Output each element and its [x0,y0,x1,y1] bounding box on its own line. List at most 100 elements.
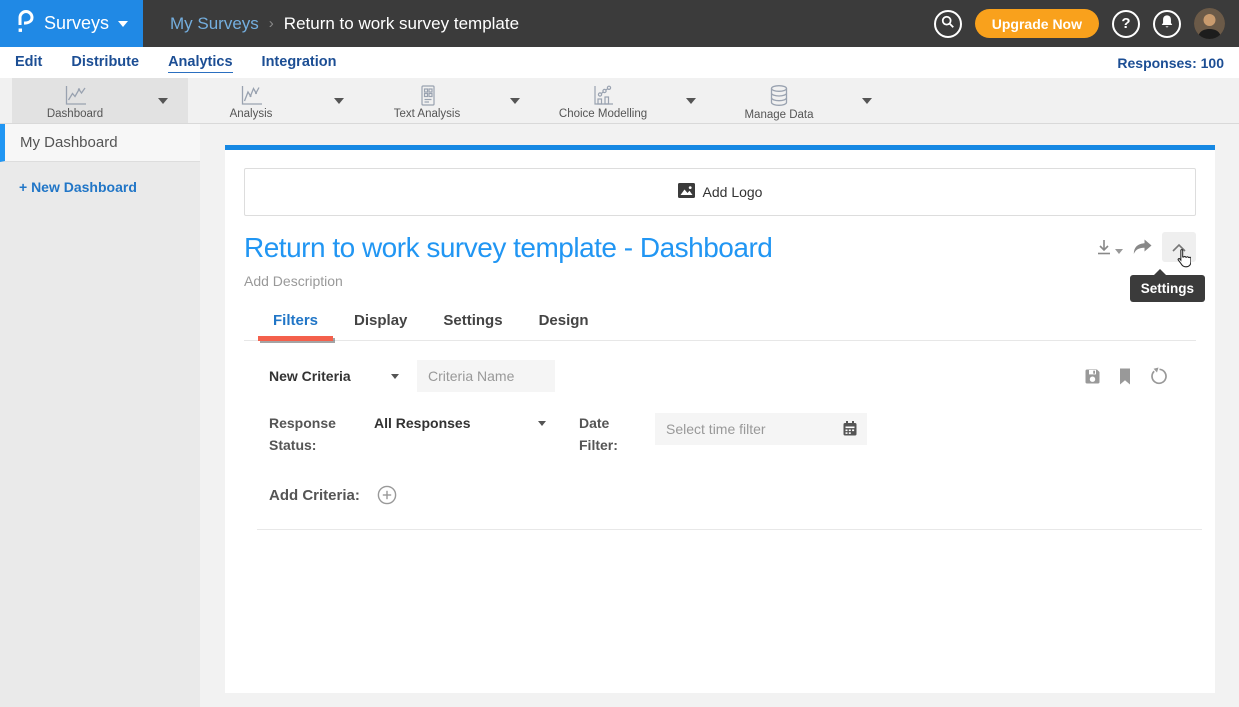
reset-icon[interactable] [1149,367,1167,385]
card-inner: Add Logo Return to work survey template … [225,168,1215,530]
date-filter-field [655,413,867,445]
tab-display[interactable]: Display [354,312,407,340]
save-icon[interactable] [1084,367,1101,385]
analytics-toolbar: Dashboard Analysis Text Ana [0,78,1239,124]
new-dashboard-button[interactable]: + New Dashboard [0,162,200,195]
toolbar-item-choice-modelling[interactable]: Choice Modelling [540,78,666,123]
dashboard-dropdown-toggle[interactable] [138,78,188,123]
response-status-value: All Responses [374,415,470,431]
product-label: Surveys [44,13,109,34]
breadcrumb: My Surveys › Return to work survey templ… [170,14,519,34]
criteria-select-value: New Criteria [269,368,351,384]
text-analysis-dropdown-toggle[interactable] [490,78,540,123]
page-body: My Dashboard + New Dashboard Add Logo Re… [0,124,1239,707]
manage-data-dropdown-toggle[interactable] [842,78,892,123]
share-button[interactable] [1132,238,1153,256]
bell-icon [1160,14,1174,33]
tab-integration[interactable]: Integration [262,52,337,73]
responses-count[interactable]: Responses: 100 [1117,55,1224,71]
card-accent-bar [225,145,1215,150]
chevron-down-icon [391,374,399,379]
toolbar-label: Text Analysis [394,108,460,120]
toolbar-group-choice-modelling: Choice Modelling [540,78,716,123]
main-content: Add Logo Return to work survey template … [200,124,1239,707]
dashboard-tabs: Filters Display Settings Design [244,312,1196,341]
settings-tooltip: Settings [1130,275,1205,302]
header-actions: Upgrade Now ? [934,8,1239,39]
toolbar-group-manage-data: Manage Data [716,78,892,123]
search-button[interactable] [934,10,962,38]
add-logo-button[interactable]: Add Logo [244,168,1196,216]
user-avatar[interactable] [1194,8,1225,39]
dashboard-card: Add Logo Return to work survey template … [225,145,1215,693]
notifications-button[interactable] [1153,10,1181,38]
chevron-down-icon [538,421,546,426]
document-grid-icon [416,84,439,107]
scatter-chart-icon [591,84,616,107]
criteria-name-input[interactable] [417,360,555,392]
mouse-cursor-pointer [1176,249,1191,273]
add-criteria-button[interactable] [377,485,397,505]
date-filter-input[interactable] [655,413,867,445]
section-divider [257,529,1202,530]
analysis-dropdown-toggle[interactable] [314,78,364,123]
tab-distribute[interactable]: Distribute [71,52,139,73]
date-filter-label: Date Filter: [579,413,641,456]
toolbar-label: Analysis [230,108,273,120]
top-header-bar: Surveys My Surveys › Return to work surv… [0,0,1239,47]
choice-modelling-dropdown-toggle[interactable] [666,78,716,123]
toolbar-label: Dashboard [47,108,103,120]
tab-filters[interactable]: Filters [273,312,318,340]
chevron-down-icon [158,98,168,104]
criteria-row: New Criteria [269,360,1196,392]
bookmark-icon[interactable] [1118,367,1132,385]
section-nav-items: Edit Distribute Analytics Integration [15,52,336,73]
toolbar-item-manage-data[interactable]: Manage Data [716,78,842,123]
chevron-down-icon [686,98,696,104]
tab-design[interactable]: Design [539,312,589,340]
chevron-down-icon [118,21,128,27]
chevron-down-icon [510,98,520,104]
breadcrumb-my-surveys[interactable]: My Surveys [170,14,259,34]
add-criteria-label: Add Criteria: [269,487,360,504]
filters-pane: New Criteria [244,360,1196,530]
toolbar-group-dashboard: Dashboard [12,78,188,123]
chevron-down-icon [1115,249,1123,254]
criteria-select[interactable]: New Criteria [269,368,399,384]
add-description-button[interactable]: Add Description [244,273,1196,289]
sidebar-item-my-dashboard[interactable]: My Dashboard [0,124,200,162]
toolbar-label: Choice Modelling [559,108,647,120]
response-status-select[interactable]: All Responses [374,415,546,431]
upgrade-now-button[interactable]: Upgrade Now [975,9,1099,38]
image-icon [678,183,695,201]
toolbar-label: Manage Data [744,109,813,121]
dashboard-actions: Settings [1095,232,1196,262]
download-button[interactable] [1095,238,1123,257]
help-button[interactable]: ? [1112,10,1140,38]
response-status-label: Response Status: [269,413,344,456]
questionpro-logo-icon [15,8,35,39]
tab-edit[interactable]: Edit [15,52,42,73]
calendar-icon[interactable] [842,420,858,442]
search-icon [941,15,955,33]
dashboard-title-row: Return to work survey template - Dashboa… [244,232,1196,264]
tab-analytics[interactable]: Analytics [168,52,232,73]
database-icon [767,84,791,108]
toolbar-item-text-analysis[interactable]: Text Analysis [364,78,490,123]
question-mark-icon: ? [1121,15,1130,32]
criteria-actions [1084,367,1167,385]
add-logo-label: Add Logo [703,184,763,200]
product-switcher[interactable]: Surveys [0,0,143,47]
breadcrumb-separator: › [269,15,274,32]
toolbar-group-analysis: Analysis [188,78,364,123]
toolbar-item-analysis[interactable]: Analysis [188,78,314,123]
dashboard-sidebar: My Dashboard + New Dashboard [0,124,200,707]
toolbar-group-text-analysis: Text Analysis [364,78,540,123]
trend-chart-icon [239,84,264,107]
toolbar-item-dashboard[interactable]: Dashboard [12,78,138,123]
dashboard-title[interactable]: Return to work survey template - Dashboa… [244,232,772,264]
line-chart-icon [63,84,88,107]
tab-settings[interactable]: Settings [443,312,502,340]
add-criteria-row: Add Criteria: [269,485,1196,505]
chevron-down-icon [334,98,344,104]
